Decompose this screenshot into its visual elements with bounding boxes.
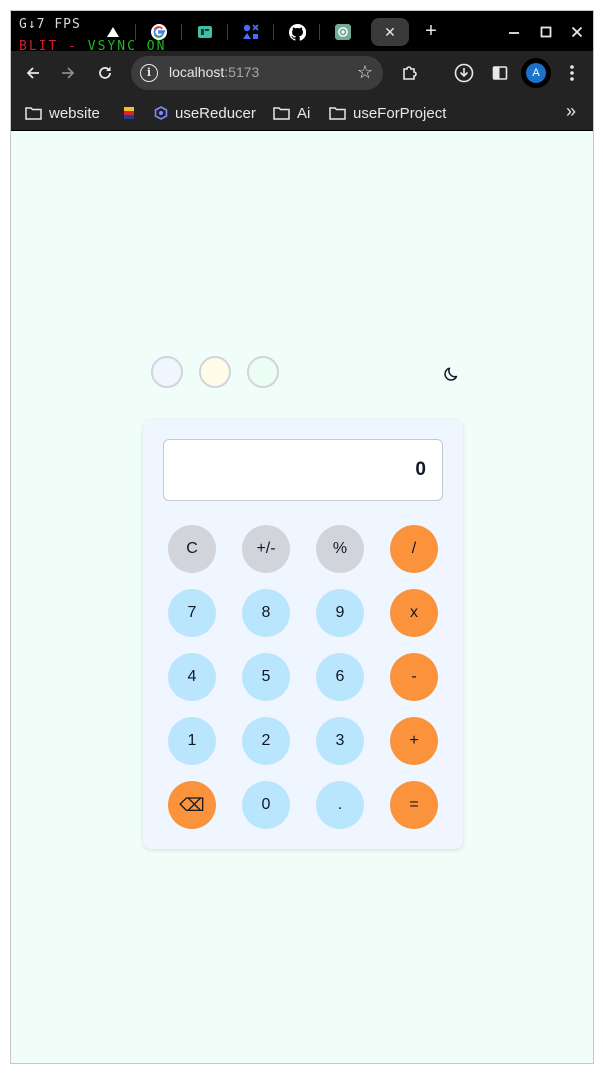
- tab-separator: [135, 24, 136, 40]
- digit-6-key[interactable]: 6: [316, 653, 364, 701]
- tab-active[interactable]: ✕: [371, 18, 409, 46]
- tab-shapes-app[interactable]: [231, 18, 271, 46]
- tab-separator: [181, 24, 182, 40]
- tab-github[interactable]: [277, 18, 317, 46]
- site-info-icon[interactable]: i: [140, 64, 158, 82]
- fps-counter: G↓7: [19, 17, 46, 32]
- fps-overlay: G↓7 FPS: [19, 18, 81, 31]
- moon-icon: [444, 367, 458, 381]
- percent-key[interactable]: %: [316, 525, 364, 573]
- url-text[interactable]: localhost:5173: [169, 64, 259, 80]
- backspace-key[interactable]: ⌫: [168, 781, 216, 829]
- digit-5-key[interactable]: 5: [242, 653, 290, 701]
- digit-3-key[interactable]: 3: [316, 717, 364, 765]
- forward-button[interactable]: [56, 61, 80, 85]
- bookmark-label: useReducer: [175, 104, 256, 122]
- bookmark-label: useForProject: [353, 104, 447, 122]
- back-button[interactable]: [21, 61, 45, 85]
- minimize-button[interactable]: [503, 21, 525, 43]
- triangle-logo-icon: [107, 27, 119, 37]
- folder-icon: [273, 107, 290, 120]
- minimize-icon: [509, 32, 519, 34]
- theme-swatch-green[interactable]: [247, 356, 279, 388]
- close-icon: [571, 26, 583, 38]
- folder-icon: [25, 107, 42, 120]
- shapes-app-icon: [243, 24, 259, 39]
- fps-label: FPS: [54, 17, 81, 32]
- maximize-icon: [540, 26, 552, 38]
- github-icon: [288, 23, 306, 41]
- digit-9-key[interactable]: 9: [316, 589, 364, 637]
- browser-window: G↓7 FPS BLIT - VSYNC ON ✕ + i localhost:…: [10, 10, 594, 1064]
- bookmark-star-icon[interactable]: ☆: [357, 62, 373, 82]
- subtract-key[interactable]: -: [390, 653, 438, 701]
- dark-mode-toggle[interactable]: [443, 365, 461, 383]
- bookmark-label: Ai: [297, 104, 311, 122]
- tab-separator: [273, 24, 274, 40]
- downloads-button[interactable]: [452, 61, 476, 85]
- side-panel-button[interactable]: [488, 61, 512, 85]
- tab-separator: [319, 24, 320, 40]
- toggle-sign-key[interactable]: +/-: [242, 525, 290, 573]
- folder-icon: [329, 107, 346, 120]
- digit-8-key[interactable]: 8: [242, 589, 290, 637]
- equals-key[interactable]: =: [390, 781, 438, 829]
- page-viewport: 0 C +/-% / 7 8 9 x 4 5 6- 1 2 3 + ⌫ 0. =: [11, 132, 593, 1063]
- theme-swatch-blue[interactable]: [151, 356, 183, 388]
- arrow-right-icon: [62, 67, 75, 79]
- close-window-button[interactable]: [566, 21, 588, 43]
- browser-menu-button[interactable]: [560, 61, 584, 85]
- favicon-tricolor-icon: [124, 107, 134, 119]
- profile-avatar[interactable]: A: [521, 58, 551, 88]
- theme-swatch-yellow[interactable]: [199, 356, 231, 388]
- bookmark-website[interactable]: website: [25, 102, 100, 124]
- tab-separator: [227, 24, 228, 40]
- url-port: :5173: [224, 64, 260, 80]
- divide-key[interactable]: /: [390, 525, 438, 573]
- new-tab-button[interactable]: +: [419, 20, 443, 44]
- extensions-button[interactable]: [398, 61, 422, 85]
- multiply-key[interactable]: x: [390, 589, 438, 637]
- close-tab-button[interactable]: ✕: [384, 24, 396, 41]
- url-host: localhost: [169, 64, 225, 80]
- add-key[interactable]: +: [390, 717, 438, 765]
- digit-7-key[interactable]: 7: [168, 589, 216, 637]
- tab-openai[interactable]: [323, 18, 363, 46]
- tab-triangle[interactable]: [93, 18, 133, 46]
- bookmark-usereducer[interactable]: useReducer: [154, 102, 256, 124]
- avatar-letter: A: [526, 63, 546, 83]
- tab-panel-app[interactable]: [185, 18, 225, 46]
- bookmark-label: website: [49, 104, 100, 122]
- maximize-button[interactable]: [535, 21, 557, 43]
- openai-icon: [335, 24, 351, 40]
- digit-0-key[interactable]: 0: [242, 781, 290, 829]
- panel-app-icon: [198, 26, 212, 38]
- bookmarks-bar: website useReducer Ai useForProject »: [11, 95, 593, 131]
- digit-1-key[interactable]: 1: [168, 717, 216, 765]
- arrow-left-icon: [26, 67, 39, 79]
- calculator-display: 0: [163, 439, 443, 501]
- more-bookmarks-button[interactable]: »: [566, 101, 576, 122]
- side-panel-icon: [492, 66, 508, 80]
- kebab-menu-icon: [570, 65, 574, 81]
- reload-button[interactable]: [93, 61, 117, 85]
- browser-toolbar: i localhost:5173 ☆ A: [11, 51, 593, 95]
- bookmark-tricolor[interactable]: [123, 102, 135, 124]
- digit-2-key[interactable]: 2: [242, 717, 290, 765]
- hexagon-icon: [154, 106, 168, 120]
- clear-key[interactable]: C: [168, 525, 216, 573]
- tab-strip: G↓7 FPS BLIT - VSYNC ON ✕ +: [11, 11, 593, 53]
- bookmark-useforproject[interactable]: useForProject: [329, 102, 446, 124]
- digit-4-key[interactable]: 4: [168, 653, 216, 701]
- bookmark-ai[interactable]: Ai: [273, 102, 310, 124]
- decimal-key[interactable]: .: [316, 781, 364, 829]
- calculator: 0 C +/-% / 7 8 9 x 4 5 6- 1 2 3 + ⌫ 0. =: [143, 420, 463, 849]
- address-bar[interactable]: i localhost:5173 ☆: [131, 56, 383, 90]
- tab-google[interactable]: [139, 18, 179, 46]
- reload-icon: [99, 66, 111, 79]
- download-icon: [454, 63, 474, 83]
- puzzle-icon: [403, 66, 417, 80]
- google-icon: [151, 24, 167, 40]
